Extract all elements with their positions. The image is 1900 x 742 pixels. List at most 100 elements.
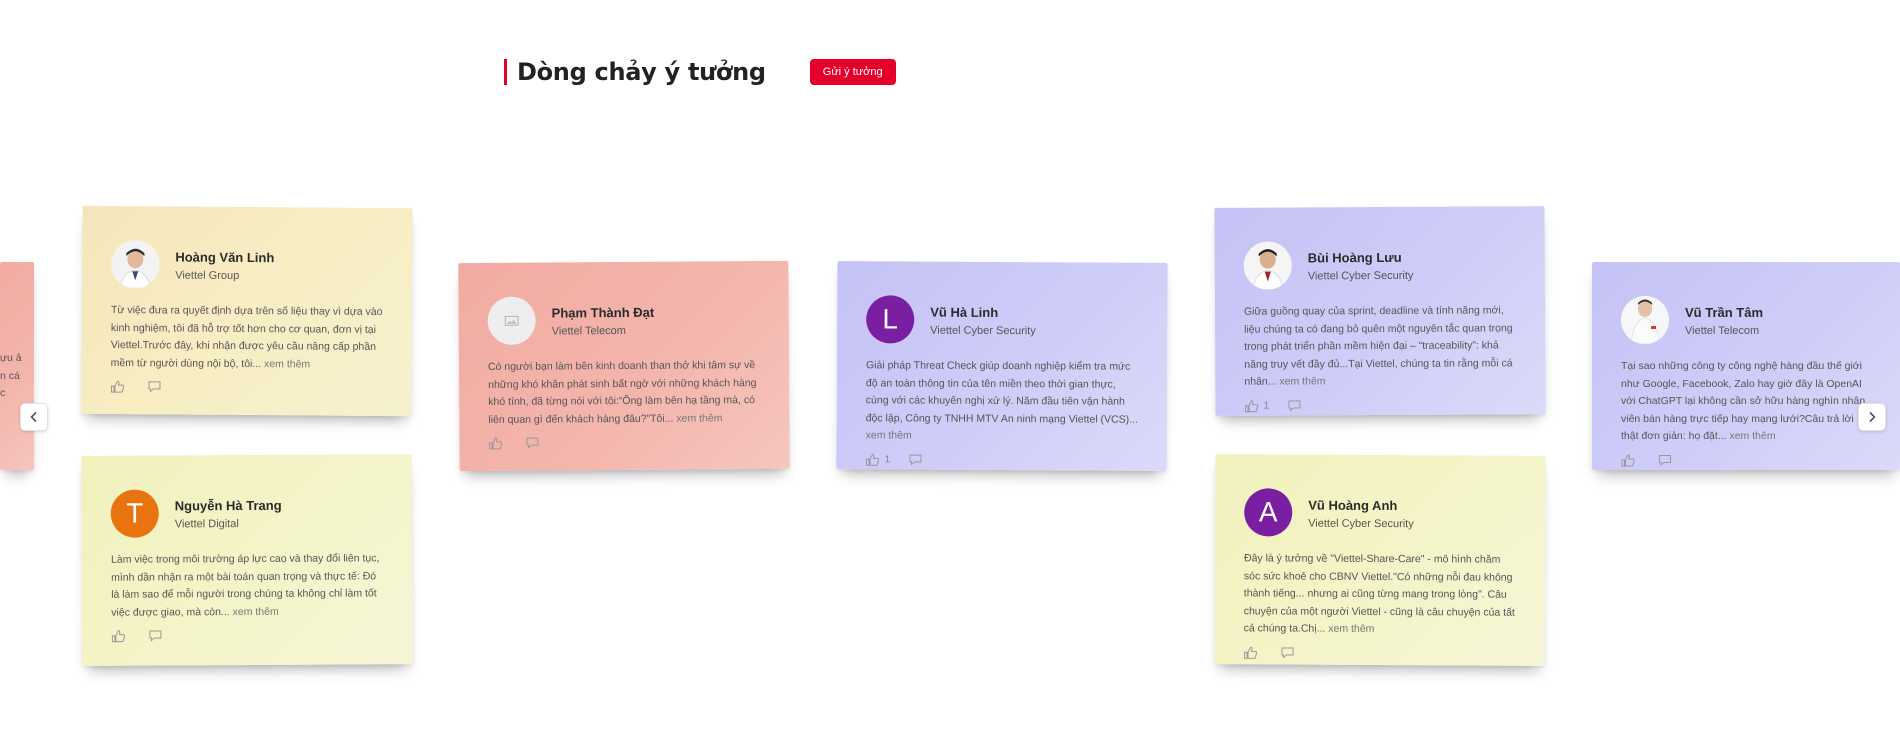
author-name[interactable]: Phạm Thành Đạt (552, 303, 655, 321)
comment-button[interactable] (1280, 646, 1299, 659)
comment-button[interactable] (147, 380, 166, 393)
see-more-link[interactable]: xem thêm (866, 429, 912, 441)
comment-button[interactable] (525, 437, 544, 450)
like-button[interactable] (488, 437, 507, 450)
card-content: Giữa guồng quay của sprint, deadline và … (1244, 302, 1517, 391)
thumbs-up-icon (489, 437, 503, 450)
card-actions: 1 (1244, 398, 1517, 412)
person-photo-icon (1621, 296, 1669, 344)
section-header: Dòng chảy ý tưởng Gửi ý tưởng (504, 58, 896, 86)
card-actions (110, 380, 383, 395)
comment-icon (526, 437, 539, 449)
card-actions: 1 (865, 453, 1138, 467)
idea-card[interactable]: A Vũ Hoàng Anh Viettel Cyber Security Đâ… (1214, 454, 1546, 666)
see-more-link[interactable]: xem thêm (1729, 430, 1775, 442)
card-actions (1243, 646, 1516, 660)
like-button[interactable] (110, 380, 129, 393)
card-excerpt: Từ việc đưa ra quyết định dựa trên số li… (110, 304, 383, 370)
author-company: Viettel Digital (174, 517, 239, 530)
card-author: Vũ Trần Tâm Viettel Telecom (1621, 296, 1872, 344)
like-button[interactable] (1243, 646, 1262, 659)
card-content: Đây là ý tưởng về "Viettel-Share-Care" -… (1244, 550, 1517, 639)
like-button[interactable] (1621, 453, 1640, 467)
comment-icon (148, 381, 161, 393)
author-name[interactable]: Bùi Hoàng Lưu (1308, 248, 1414, 266)
page-title: Dòng chảy ý tưởng (517, 58, 766, 86)
person-photo-icon (111, 240, 160, 289)
like-button[interactable]: 1 (865, 453, 890, 466)
person-photo-icon (1243, 241, 1292, 290)
card-author: Hoàng Văn Linh Viettel Group (111, 240, 384, 290)
avatar (487, 296, 536, 345)
comment-icon (149, 630, 162, 642)
comment-button[interactable] (1287, 399, 1306, 412)
submit-idea-button[interactable]: Gửi ý tưởng (809, 59, 896, 85)
image-placeholder-icon (504, 315, 519, 326)
thumbs-up-icon (1244, 399, 1259, 412)
idea-card-partial[interactable]: ựu ản các (0, 262, 34, 470)
avatar (111, 240, 160, 289)
card-content: Giải pháp Threat Check giúp doanh nghiệp… (866, 357, 1139, 446)
card-author: Phạm Thành Đạt Viettel Telecom (487, 295, 761, 345)
thumbs-up-icon (110, 380, 125, 393)
thumbs-up-icon (1243, 646, 1258, 659)
like-count: 1 (1263, 400, 1270, 412)
avatar: T (110, 489, 159, 538)
thumbs-up-icon (865, 453, 880, 466)
card-excerpt: ựu ản các (0, 352, 22, 399)
author-name[interactable]: Nguyễn Hà Trang (175, 496, 282, 514)
card-author: L Vũ Hà Linh Viettel Cyber Security (866, 295, 1139, 344)
card-actions (1621, 453, 1872, 467)
like-button[interactable]: 1 (1244, 399, 1269, 412)
comment-button[interactable] (908, 453, 927, 466)
card-actions (111, 628, 384, 643)
card-author: Bùi Hoàng Lưu Viettel Cyber Security (1243, 240, 1517, 290)
author-name[interactable]: Hoàng Văn Linh (175, 248, 274, 266)
card-actions (488, 435, 761, 450)
see-more-link[interactable]: xem thêm (676, 412, 722, 424)
chevron-left-icon (30, 411, 37, 423)
see-more-link[interactable]: xem thêm (1328, 623, 1374, 635)
card-author: T Nguyễn Hà Trang Viettel Digital (110, 488, 384, 538)
see-more-link[interactable]: xem thêm (1279, 375, 1325, 387)
comment-icon (1288, 399, 1301, 412)
idea-card[interactable]: Hoàng Văn Linh Viettel Group Từ việc đưa… (81, 205, 413, 417)
thumbs-up-icon (111, 630, 126, 643)
card-excerpt: Giải pháp Threat Check giúp doanh nghiệp… (865, 359, 1138, 426)
see-more-link[interactable]: xem thêm (233, 605, 279, 617)
idea-card[interactable]: Phạm Thành Đạt Viettel Telecom Có người … (458, 260, 790, 472)
card-author: A Vũ Hoàng Anh Viettel Cyber Security (1244, 488, 1517, 537)
carousel-prev-button[interactable] (20, 403, 48, 431)
author-name[interactable]: Vũ Hoàng Anh (1308, 496, 1414, 514)
avatar (1243, 241, 1292, 290)
idea-card[interactable]: Bùi Hoàng Lưu Viettel Cyber Security Giữ… (1214, 206, 1546, 416)
carousel-next-button[interactable] (1858, 403, 1886, 431)
card-content: Làm việc trong môi trường áp lực cao và … (111, 550, 384, 621)
comment-button[interactable] (148, 629, 167, 642)
card-content: Tại sao những công ty công nghệ hàng đầu… (1621, 358, 1872, 446)
comment-icon (909, 454, 922, 466)
author-name[interactable]: Vũ Hà Linh (930, 303, 1036, 321)
author-company: Viettel Cyber Security (1307, 269, 1414, 282)
author-company: Viettel Cyber Security (1308, 517, 1414, 530)
card-excerpt: Đây là ý tưởng về "Viettel-Share-Care" -… (1243, 552, 1515, 635)
comment-icon (1281, 646, 1294, 659)
comment-button[interactable] (1658, 454, 1677, 467)
like-button[interactable] (111, 630, 130, 643)
author-company: Viettel Cyber Security (930, 324, 1036, 337)
idea-card[interactable]: T Nguyễn Hà Trang Viettel Digital Làm vi… (81, 454, 413, 666)
thumbs-up-icon (1621, 453, 1635, 466)
author-company: Viettel Telecom (551, 324, 626, 338)
like-count: 1 (884, 453, 891, 465)
idea-card[interactable]: L Vũ Hà Linh Viettel Cyber Security Giải… (836, 261, 1168, 471)
author-company: Viettel Telecom (1685, 324, 1760, 337)
author-name[interactable]: Vũ Trần Tâm (1685, 304, 1763, 321)
see-more-link[interactable]: xem thêm (264, 358, 310, 370)
avatar: L (866, 295, 915, 344)
idea-card[interactable]: Vũ Trần Tâm Viettel Telecom Tại sao nhữn… (1592, 262, 1900, 470)
avatar (1621, 296, 1669, 344)
comment-icon (1659, 454, 1671, 466)
avatar: A (1244, 488, 1293, 537)
card-content: Có người bạn làm bên kinh doanh than thở… (488, 357, 761, 429)
author-company: Viettel Group (175, 268, 240, 282)
